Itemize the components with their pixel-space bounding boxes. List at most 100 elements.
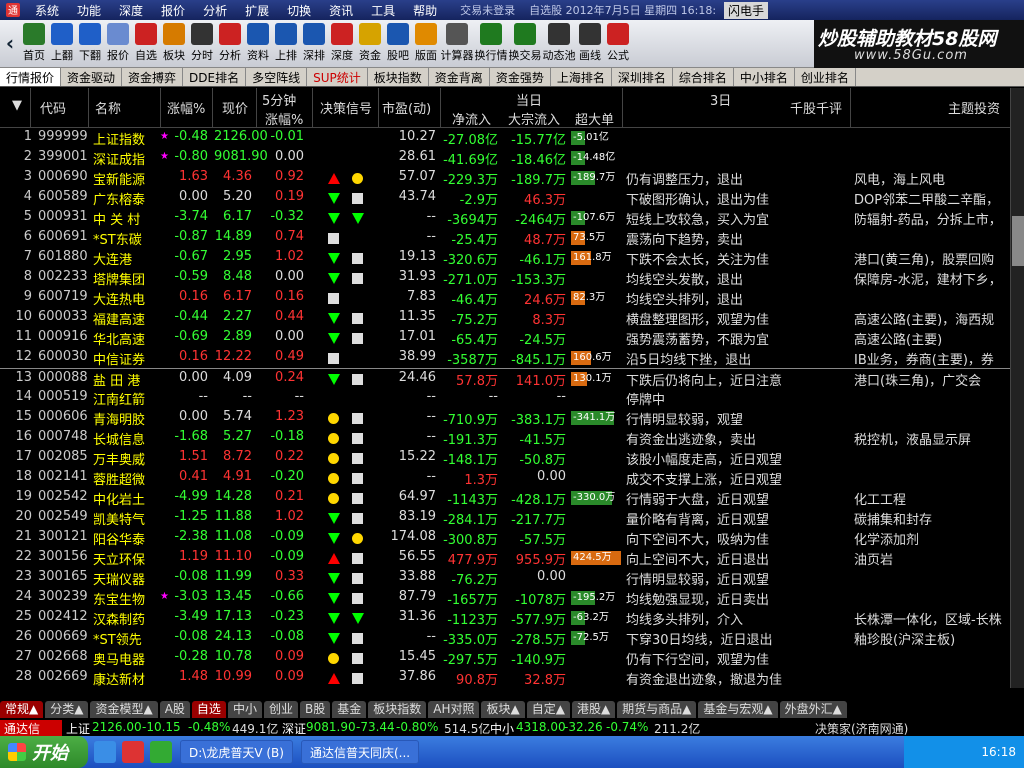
bottom-tab[interactable]: 分类▲ <box>45 701 89 718</box>
menu-item[interactable]: 功能 <box>68 2 110 19</box>
table-row[interactable]: 25 002412 汉森制药 -3.49 17.13 -0.23 31.36 -1123万 -5… <box>0 608 1010 628</box>
bottom-tab[interactable]: AH对照 <box>428 701 480 718</box>
header-code[interactable]: 代码 <box>40 98 66 117</box>
top-tab[interactable]: 资金强势 <box>490 68 551 86</box>
task-folder[interactable]: D:\龙虎普天V (B) <box>180 740 293 764</box>
table-row[interactable]: 13 000088 盐 田 港 0.00 4.09 0.24 24.46 57.8万 141.0… <box>0 368 1010 389</box>
table-row[interactable]: 20 002549 凯美特气 -1.25 11.88 1.02 83.19 -284.1万 -2… <box>0 508 1010 528</box>
menu-item[interactable]: 切换 <box>278 2 320 19</box>
toolbar-button-5[interactable]: 板块 <box>160 20 188 66</box>
bottom-tab[interactable]: 常规▲ <box>0 701 44 718</box>
header-name[interactable]: 名称 <box>95 98 121 117</box>
nav-back-button[interactable]: ‹ <box>0 20 20 66</box>
table-row[interactable]: 7 601880 大连港 -0.67 2.95 1.02 19.13 -320.6万 -46.1… <box>0 248 1010 268</box>
bottom-tab[interactable]: 资金模型▲ <box>90 701 158 718</box>
bottom-tab[interactable]: 创业 <box>263 701 298 718</box>
table-row[interactable]: 21 300121 阳谷华泰 -2.38 11.08 -0.09 174.08 -300.8万… <box>0 528 1010 548</box>
quicklaunch-app2-icon[interactable] <box>150 741 172 763</box>
clock[interactable]: 16:18 <box>981 745 1016 759</box>
header-chg[interactable]: 涨幅% <box>167 98 205 117</box>
table-row[interactable]: 27 002668 奥马电器 -0.28 10.78 0.09 15.45 -297.5万 -1… <box>0 648 1010 668</box>
header-super-big[interactable]: 超大单 <box>575 109 614 128</box>
top-tab[interactable]: 上海排名 <box>551 68 612 86</box>
toolbar-button-10[interactable]: 深排 <box>300 20 328 66</box>
menu-item[interactable]: 资讯 <box>320 2 362 19</box>
toolbar-button-1[interactable]: 上翻 <box>48 20 76 66</box>
table-row[interactable]: 28 002669 康达新材 1.48 10.99 0.09 37.86 90.8万 32.8万… <box>0 668 1010 688</box>
menu-item[interactable]: 报价 <box>152 2 194 19</box>
header-net-inflow[interactable]: 净流入 <box>452 109 491 128</box>
menu-item[interactable]: 扩展 <box>236 2 278 19</box>
ticker-broker[interactable]: 决策家(济南网通) <box>815 720 908 736</box>
table-row[interactable]: 11 000916 华北高速 -0.69 2.89 0.00 17.01 -65.4万 -24.… <box>0 328 1010 348</box>
bottom-tab[interactable]: 自定▲ <box>526 701 570 718</box>
header-comment[interactable]: 千股千评 <box>790 98 842 117</box>
top-tab[interactable]: 行情报价 <box>0 68 62 86</box>
bottom-tab[interactable]: 外盘外汇▲ <box>779 701 847 718</box>
table-row[interactable]: 8 002233 塔牌集团 -0.59 8.48 0.00 31.93 -271.0万 -153… <box>0 268 1010 288</box>
table-row[interactable]: 17 002085 万丰奥威 1.51 8.72 0.22 15.22 -148.1万 -50.… <box>0 448 1010 468</box>
table-row[interactable]: 18 002141 蓉胜超微 0.41 4.91 -0.20 -- 1.3万 0.00 成交不支撑… <box>0 468 1010 488</box>
bottom-tab[interactable]: 板块▲ <box>481 701 525 718</box>
table-row[interactable]: 15 000606 青海明胶 0.00 5.74 1.23 -- -710.9万 -383.1万… <box>0 408 1010 428</box>
top-tab[interactable]: 综合排名 <box>673 68 734 86</box>
table-row[interactable]: 4 600589 广东榕泰 0.00 5.20 0.19 43.74 -2.9万 46.3万 下破… <box>0 188 1010 208</box>
table-row[interactable]: 24 300239 东宝生物 ★ -3.03 13.45 -0.66 87.79 -1657万 -… <box>0 588 1010 608</box>
menu-item[interactable]: 深度 <box>110 2 152 19</box>
table-row[interactable]: 12 600030 中信证券 0.16 12.22 0.49 38.99 -3587万 -845… <box>0 348 1010 368</box>
sort-dropdown-icon[interactable]: ▼ <box>12 98 22 113</box>
table-row[interactable]: 9 600719 大连热电 0.16 6.17 0.16 7.83 -46.4万 24.6万 82… <box>0 288 1010 308</box>
header-five-min-sub[interactable]: 涨幅% <box>265 109 303 128</box>
header-five-min[interactable]: 5分钟 <box>262 90 296 109</box>
toolbar-button-16[interactable]: 换行情 <box>474 20 508 66</box>
start-button[interactable]: 开始 <box>0 736 88 768</box>
bottom-tab[interactable]: 基金与宏观▲ <box>698 701 778 718</box>
bottom-tab[interactable]: 板块指数 <box>368 701 427 718</box>
bottom-tab[interactable]: 基金 <box>332 701 367 718</box>
menu-item[interactable]: 分析 <box>194 2 236 19</box>
toolbar-button-18[interactable]: 动态池 <box>542 20 576 66</box>
table-row[interactable]: 3 000690 宝新能源 1.63 4.36 0.92 57.07 -229.3万 -189.… <box>0 168 1010 188</box>
menu-item[interactable]: 系统 <box>26 2 68 19</box>
header-block-inflow[interactable]: 大宗流入 <box>508 109 560 128</box>
quicklaunch-app-icon[interactable] <box>122 741 144 763</box>
header-signal[interactable]: 决策信号 <box>320 98 372 117</box>
top-tab[interactable]: 中小排名 <box>734 68 795 86</box>
header-price[interactable]: 现价 <box>222 98 248 117</box>
top-tab[interactable]: 板块指数 <box>368 68 429 86</box>
table-row[interactable]: 1 999999 上证指数 ★ -0.48 2126.00 -0.01 10.27 -27.08… <box>0 128 1010 148</box>
bottom-tab[interactable]: 港股▲ <box>571 701 616 718</box>
toolbar-button-7[interactable]: 分析 <box>216 20 244 66</box>
toolbar-button-3[interactable]: 报价 <box>104 20 132 66</box>
toolbar-button-11[interactable]: 深度 <box>328 20 356 66</box>
top-tab[interactable]: DDE排名 <box>183 68 247 86</box>
bottom-tab[interactable]: 期货与商品▲ <box>617 701 697 718</box>
bottom-tab[interactable]: 自选 <box>191 701 226 718</box>
bottom-tab[interactable]: 中小 <box>227 701 262 718</box>
table-row[interactable]: 2 399001 深证成指 ★ -0.80 9081.90 0.00 28.61 -41.69亿… <box>0 148 1010 168</box>
toolbar-button-9[interactable]: 上排 <box>272 20 300 66</box>
header-theme[interactable]: 主题投资 <box>948 98 1000 117</box>
scroll-thumb[interactable] <box>1012 216 1024 266</box>
ie-icon[interactable] <box>94 741 116 763</box>
table-row[interactable]: 19 002542 中化岩土 -4.99 14.28 0.21 64.97 -1143万 -42… <box>0 488 1010 508</box>
top-tab[interactable]: 创业排名 <box>795 68 856 86</box>
top-tab[interactable]: 资金驱动 <box>61 68 123 86</box>
flash-trade-badge[interactable]: 闪电手 <box>724 1 769 19</box>
table-row[interactable]: 16 000748 长城信息 -1.68 5.27 -0.18 -- -191.3万 -41.5… <box>0 428 1010 448</box>
toolbar-button-13[interactable]: 股吧 <box>384 20 412 66</box>
ticker-label[interactable]: 通达信 <box>0 720 62 736</box>
table-row[interactable]: 6 600691 *ST东碳 -0.87 14.89 0.74 -- -25.4万 48.7万 7… <box>0 228 1010 248</box>
bottom-tab[interactable]: A股 <box>159 701 190 718</box>
top-tab[interactable]: 多空阵线 <box>246 68 308 86</box>
table-row[interactable]: 26 000669 *ST领先 -0.08 24.13 -0.08 -- -335.0万 -27… <box>0 628 1010 648</box>
task-tdx[interactable]: 通达信普天同庆(... <box>300 740 420 764</box>
menu-item[interactable]: 帮助 <box>404 2 446 19</box>
toolbar-button-0[interactable]: 首页 <box>20 20 48 66</box>
table-row[interactable]: 23 300165 天瑞仪器 -0.08 11.99 0.33 33.88 -76.2万 0.0… <box>0 568 1010 588</box>
top-tab[interactable]: 资金背离 <box>429 68 490 86</box>
table-row[interactable]: 22 300156 天立环保 1.19 11.10 -0.09 56.55 477.9万 955… <box>0 548 1010 568</box>
toolbar-button-17[interactable]: 换交易 <box>508 20 542 66</box>
table-row[interactable]: 5 000931 中 关 村 -3.74 6.17 -0.32 -- -3694万 -2464万… <box>0 208 1010 228</box>
toolbar-button-6[interactable]: 分时 <box>188 20 216 66</box>
